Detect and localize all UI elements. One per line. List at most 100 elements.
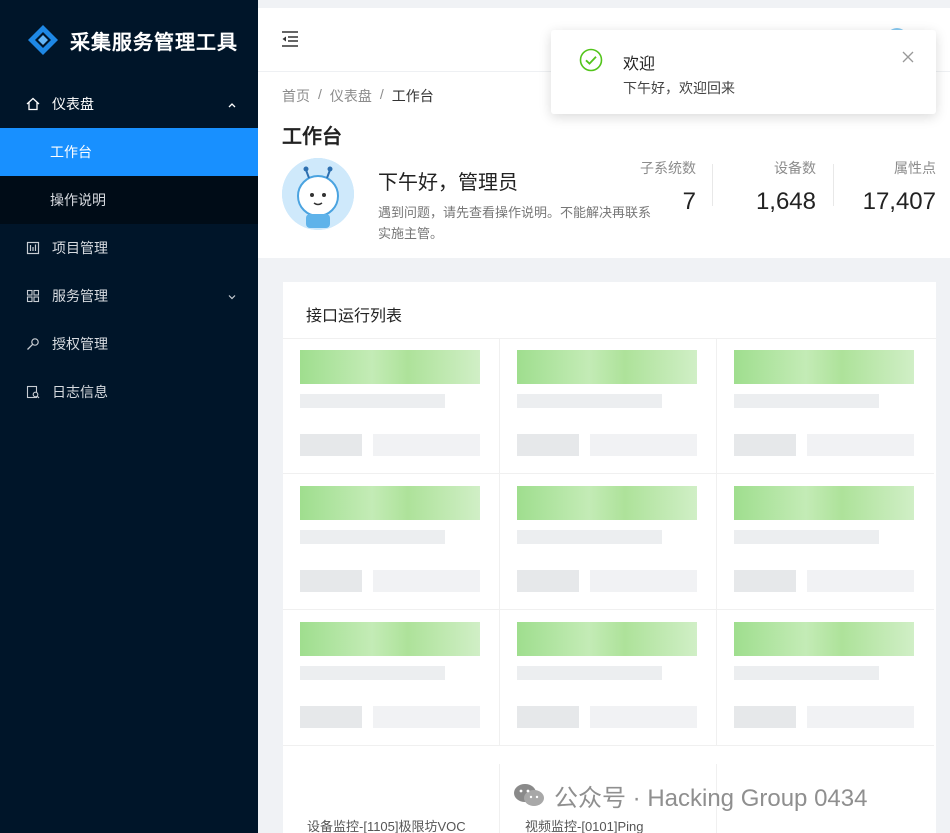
stat-value: 1,648 [755, 188, 816, 215]
tile-status-bar [517, 350, 697, 384]
sidebar-item-dashboard[interactable]: 仪表盘 [0, 80, 258, 128]
sidebar-item-services[interactable]: 服务管理 [0, 272, 258, 320]
tile-status-bar [734, 350, 914, 384]
tile-line [517, 434, 579, 456]
stat-value: 17,407 [862, 188, 936, 215]
chevron-up-icon [226, 98, 238, 110]
stat-value: 7 [682, 188, 696, 215]
tile-line [734, 570, 796, 592]
tile-line [300, 434, 362, 456]
interface-tile[interactable] [717, 338, 934, 474]
breadcrumb-separator: / [318, 86, 322, 102]
apps-icon [26, 289, 40, 303]
tile-line [734, 434, 796, 456]
tile-line [734, 394, 879, 408]
tile-line [300, 570, 362, 592]
logo[interactable]: 采集服务管理工具 [0, 0, 258, 80]
breadcrumb-separator: / [379, 86, 384, 102]
tile-line [373, 706, 480, 728]
tile-line [807, 434, 914, 456]
tile-line [373, 570, 480, 592]
breadcrumb-current: 工作台 [391, 88, 434, 104]
sidebar-item-logs[interactable]: 日志信息 [0, 368, 258, 416]
tile-line [300, 530, 445, 544]
success-icon [579, 48, 603, 72]
sidebar-item-label: 项目管理 [52, 240, 108, 256]
interface-tile[interactable] [500, 610, 717, 746]
tile-line [300, 394, 445, 408]
tile-status-bar [300, 350, 480, 384]
stat-divider [712, 164, 713, 206]
page-title: 工作台 [282, 126, 342, 148]
stat-properties: 属性点 17,407 [863, 158, 936, 216]
menu-fold-icon[interactable] [280, 30, 300, 48]
tile-line [734, 530, 879, 544]
tile-line [734, 706, 796, 728]
sidebar: 采集服务管理工具 仪表盘 工作台 操作说明 项目管理 服务管理 授权管理 日志信… [0, 0, 258, 833]
tile-line [807, 706, 914, 728]
interface-tile[interactable] [283, 474, 500, 610]
wechat-icon [512, 781, 546, 809]
project-icon [26, 241, 40, 255]
sidebar-item-instructions[interactable]: 操作说明 [0, 176, 258, 224]
tile-status-bar [517, 486, 697, 520]
interface-tile[interactable] [717, 610, 934, 746]
breadcrumb: 首页 / 仪表盘 / 工作台 [282, 86, 434, 106]
stat-subsystems: 子系统数 7 [640, 158, 696, 216]
log-icon [26, 385, 40, 399]
tile-status-bar [734, 622, 914, 656]
user-avatar [282, 158, 354, 230]
sidebar-item-label: 操作说明 [50, 192, 106, 208]
tile-line [590, 570, 697, 592]
sidebar-item-label: 日志信息 [52, 384, 108, 400]
tile-line [590, 706, 697, 728]
tile-line [300, 666, 445, 680]
key-icon [26, 337, 40, 351]
tile-line [517, 530, 662, 544]
sidebar-item-label: 授权管理 [52, 336, 108, 352]
watermark: 公众号 · Hacking Group 0434 [512, 778, 867, 812]
tile-line [517, 666, 662, 680]
interface-tile[interactable] [500, 338, 717, 474]
interface-tile[interactable] [283, 610, 500, 746]
interface-name: 视频监控-[0101]Ping [525, 819, 644, 833]
tile-line [373, 434, 480, 456]
card-title: 接口运行列表 [306, 308, 403, 325]
breadcrumb-dashboard[interactable]: 仪表盘 [330, 86, 372, 106]
close-icon[interactable] [902, 50, 914, 63]
stat-label: 子系统数 [640, 160, 696, 176]
sidebar-item-label: 服务管理 [52, 288, 108, 304]
interface-name: 设备监控-[1105]极限坊VOC [307, 819, 466, 833]
tile-line [517, 394, 662, 408]
stat-divider [833, 164, 834, 206]
sidebar-item-label: 工作台 [50, 144, 92, 160]
welcome-notification: 欢迎 下午好，欢迎回来 [551, 30, 936, 114]
interface-tile[interactable] [717, 474, 934, 610]
tile-status-bar [300, 486, 480, 520]
app-title: 采集服务管理工具 [70, 31, 238, 54]
tile-line [807, 570, 914, 592]
chevron-down-icon [226, 290, 238, 302]
sidebar-item-label: 仪表盘 [52, 96, 94, 112]
tile-line [517, 570, 579, 592]
greeting-subtext: 遇到问题，请先查看操作说明。不能解决再联系实施主管。 [378, 205, 652, 241]
tile-line [734, 666, 879, 680]
dashboard-submenu: 工作台 操作说明 [0, 128, 258, 224]
sidebar-item-workbench[interactable]: 工作台 [0, 128, 258, 176]
sidebar-item-authorization[interactable]: 授权管理 [0, 320, 258, 368]
home-icon [26, 97, 40, 111]
notification-title: 欢迎 [623, 56, 656, 73]
breadcrumb-home[interactable]: 首页 [282, 86, 310, 106]
stat-devices: 设备数 1,648 [756, 158, 816, 216]
tile-line [517, 706, 579, 728]
interface-tile[interactable] [500, 474, 717, 610]
tile-line [590, 434, 697, 456]
sidebar-item-projects[interactable]: 项目管理 [0, 224, 258, 272]
stat-label: 属性点 [894, 160, 936, 176]
greeting: 下午好，管理员 [378, 172, 518, 194]
interface-tile[interactable] [283, 338, 500, 474]
stat-label: 设备数 [774, 160, 816, 176]
tile-status-bar [517, 622, 697, 656]
interface-list-card: 接口运行列表 设备监控-[1105]极限坊VOC 视频监控-[0101]Ping [283, 282, 936, 833]
notification-message: 下午好，欢迎回来 [623, 80, 735, 96]
